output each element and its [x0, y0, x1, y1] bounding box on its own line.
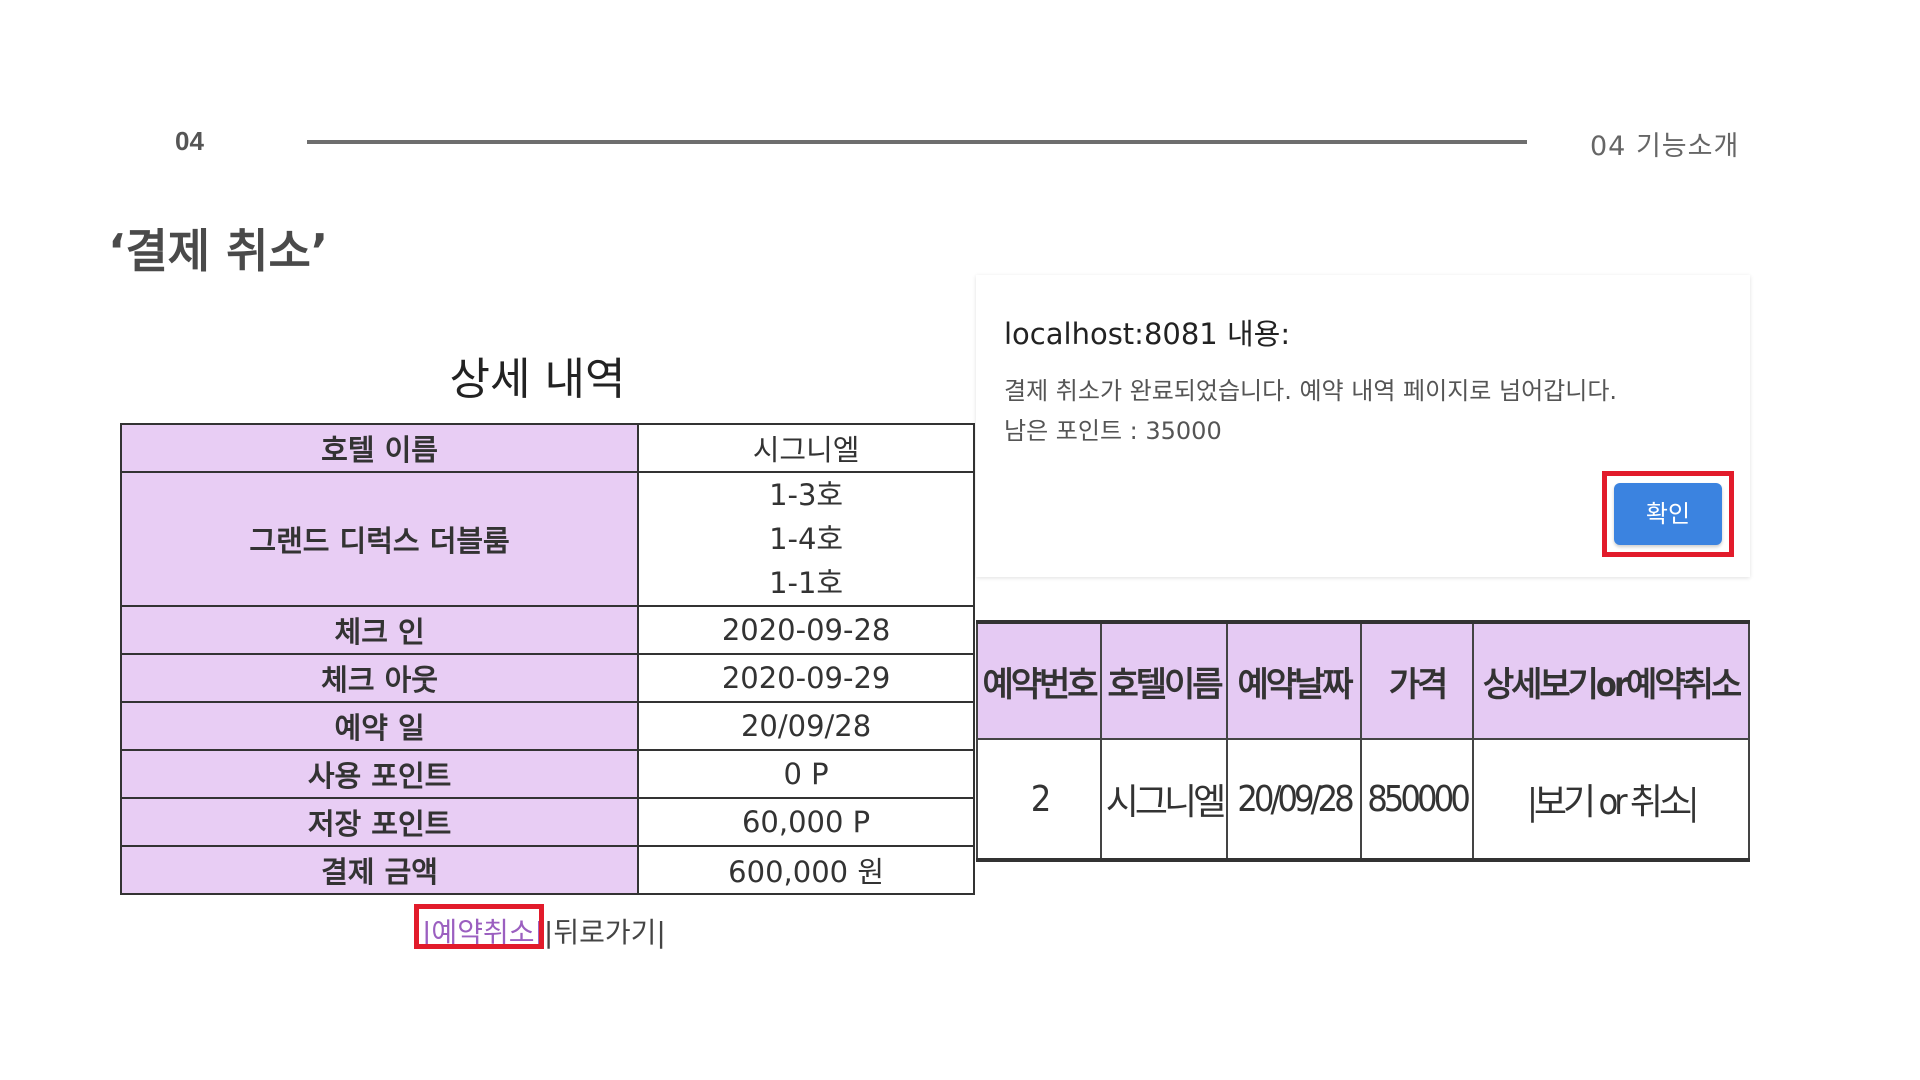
- table-header-row: 예약번호 호텔이름 예약날짜 가격 상세보기or예약취소: [976, 620, 1750, 740]
- cancel-link-highlight: [414, 904, 544, 949]
- table-row: 호텔 이름 시그니엘: [119, 423, 975, 473]
- table-row: 2 시그니엘 20/09/28 850000 |보기 or 취소|: [976, 738, 1750, 862]
- room-list: 1-3호 1-4호 1-1호: [637, 471, 975, 607]
- row-label: 호텔 이름: [119, 423, 640, 473]
- slide-title: ‘결제 취소’: [108, 224, 329, 278]
- row-value: 시그니엘: [637, 423, 975, 473]
- table-row: 결제 금액 600,000 원: [119, 845, 975, 895]
- row-label: 체크 인: [119, 605, 640, 655]
- confirm-button-highlight: [1602, 471, 1734, 557]
- table-cell: 시그니엘: [1100, 738, 1228, 862]
- dialog-title: localhost:8081 내용:: [1004, 317, 1291, 351]
- row-label: 사용 포인트: [119, 749, 640, 799]
- row-label: 체크 아웃: [119, 653, 640, 703]
- table-row: 체크 인 2020-09-28: [119, 605, 975, 655]
- table-row: 예약 일 20/09/28: [119, 701, 975, 751]
- column-header: 예약날짜: [1226, 620, 1362, 740]
- detail-table: 호텔 이름 시그니엘 그랜드 디럭스 더블룸 1-3호 1-4호 1-1호 체크…: [119, 423, 975, 895]
- column-header: 가격: [1360, 620, 1474, 740]
- column-header: 호텔이름: [1100, 620, 1228, 740]
- row-label: 그랜드 디럭스 더블룸: [119, 471, 640, 607]
- row-value: 2020-09-28: [637, 605, 975, 655]
- row-value: 60,000 P: [637, 797, 975, 847]
- table-row: 그랜드 디럭스 더블룸 1-3호 1-4호 1-1호: [119, 471, 975, 607]
- row-label: 저장 포인트: [119, 797, 640, 847]
- table-row: 사용 포인트 0 P: [119, 749, 975, 799]
- column-header: 예약번호: [976, 620, 1102, 740]
- table-cell: 20/09/28: [1226, 738, 1362, 862]
- dialog-message: 결제 취소가 완료되었습니다. 예약 내역 페이지로 넘어갑니다. 남은 포인트…: [1004, 371, 1617, 451]
- header-divider: [307, 140, 1527, 144]
- table-cell: 2: [976, 738, 1102, 862]
- row-value: 0 P: [637, 749, 975, 799]
- row-label: 예약 일: [119, 701, 640, 751]
- room-number: 1-3호: [769, 478, 844, 512]
- back-link[interactable]: |뒤로가기|: [544, 916, 666, 949]
- section-label: 04 기능소개: [1590, 131, 1740, 162]
- reservation-list-table: 예약번호 호텔이름 예약날짜 가격 상세보기or예약취소 2 시그니엘 20/0…: [976, 620, 1750, 862]
- row-value: 20/09/28: [637, 701, 975, 751]
- view-or-cancel-link[interactable]: |보기 or 취소|: [1472, 738, 1750, 862]
- slide-number: 04: [175, 126, 204, 156]
- row-label: 결제 금액: [119, 845, 640, 895]
- dialog-remaining-points: 남은 포인트 : 35000: [1004, 417, 1222, 445]
- row-value: 2020-09-29: [637, 653, 975, 703]
- row-value: 600,000 원: [637, 845, 975, 895]
- table-row: 저장 포인트 60,000 P: [119, 797, 975, 847]
- dialog-message-line: 결제 취소가 완료되었습니다. 예약 내역 페이지로 넘어갑니다.: [1004, 377, 1618, 405]
- table-row: 체크 아웃 2020-09-29: [119, 653, 975, 703]
- table-cell: 850000: [1360, 738, 1474, 862]
- detail-heading: 상세 내역: [449, 354, 626, 405]
- alert-dialog: localhost:8081 내용: 결제 취소가 완료되었습니다. 예약 내역…: [976, 275, 1750, 577]
- room-number: 1-1호: [769, 566, 844, 600]
- room-number: 1-4호: [769, 522, 844, 556]
- reservation-detail-panel: 상세 내역 호텔 이름 시그니엘 그랜드 디럭스 더블룸 1-3호 1-4호 1…: [100, 275, 975, 960]
- column-header: 상세보기or예약취소: [1472, 620, 1750, 740]
